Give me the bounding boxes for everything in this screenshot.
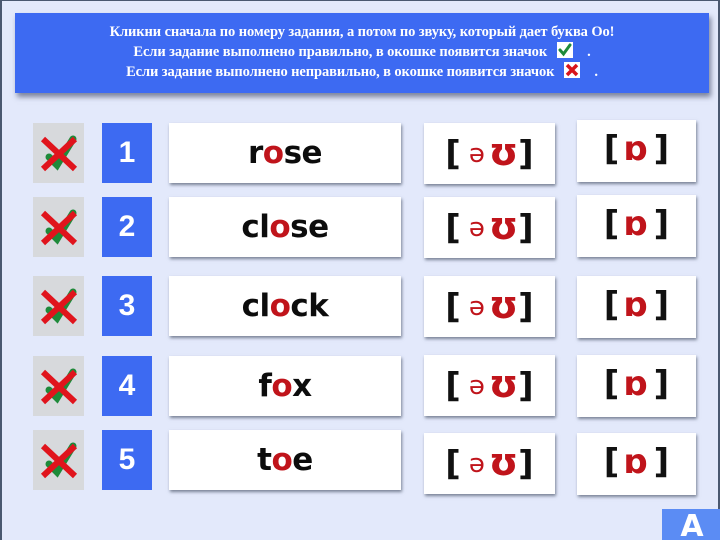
word-part: e [292, 442, 313, 478]
bracket: [ [603, 442, 620, 482]
task-word: clock [169, 276, 401, 336]
bracket: [ [445, 287, 461, 327]
task-status-box[interactable] [33, 356, 84, 416]
word-highlight-letter: o [271, 368, 293, 404]
task-row: 3 clock [ə ʊ] [ɒ] [2, 276, 720, 340]
bracket: ] [518, 287, 534, 327]
instruction-line-3-text: Если задание выполнено неправильно, в ок… [126, 64, 555, 80]
task-status-box[interactable] [33, 123, 84, 183]
cross-over-check-icon [40, 135, 78, 172]
sound-symbol: ə [468, 213, 485, 243]
cross-over-check-icon [40, 288, 78, 325]
sound-option-short-o[interactable]: [ɒ] [577, 120, 696, 182]
bracket: ] [653, 129, 670, 169]
word-part: ck [290, 288, 329, 324]
task-word: toe [169, 430, 401, 490]
sound-symbol: ʊ [488, 204, 519, 248]
sound-symbol: ə [468, 292, 485, 322]
word-part: x [292, 368, 312, 404]
word-part: se [283, 135, 323, 171]
word-highlight-letter: o [269, 288, 291, 324]
bracket: ] [653, 285, 670, 325]
task-number-button[interactable]: 5 [102, 430, 152, 490]
task-word: close [169, 197, 401, 257]
instruction-line-3-end: . [594, 64, 598, 80]
bracket: [ [445, 208, 461, 248]
task-row: 2 close [ə ʊ] [ɒ] [2, 195, 720, 261]
sound-option-short-o[interactable]: [ɒ] [577, 355, 696, 417]
cross-over-check-icon [40, 442, 78, 479]
sound-symbol: ə [468, 371, 485, 401]
sound-option-short-o[interactable]: [ɒ] [577, 276, 696, 338]
sound-option-diphthong[interactable]: [ə ʊ] [424, 123, 555, 184]
word-part: f [258, 368, 272, 404]
task-status-box[interactable] [33, 430, 84, 490]
cross-over-check-icon [40, 368, 78, 405]
word-highlight-letter: o [262, 135, 284, 171]
task-word: fox [169, 356, 401, 416]
sound-symbol: ɒ [623, 204, 648, 244]
task-number-button[interactable]: 1 [102, 123, 152, 183]
sound-symbol: ə [468, 449, 485, 479]
bracket: [ [603, 364, 620, 404]
bracket: [ [445, 366, 461, 406]
sound-symbol: ʊ [488, 130, 519, 174]
bracket: ] [518, 134, 534, 174]
instruction-line-2: Если задание выполнено правильно, в окош… [15, 42, 709, 62]
bracket: [ [603, 129, 620, 169]
sound-option-diphthong[interactable]: [ə ʊ] [424, 433, 555, 494]
word-part: cl [241, 209, 270, 245]
sound-option-diphthong[interactable]: [ə ʊ] [424, 197, 555, 258]
sound-symbol: ɒ [623, 129, 648, 169]
task-number-button[interactable]: 4 [102, 356, 152, 416]
sound-symbol: ʊ [488, 362, 519, 406]
instruction-line-2-end: . [587, 44, 591, 60]
instruction-line-3: Если задание выполнено неправильно, в ок… [15, 62, 709, 82]
task-row: 5 toe [ə ʊ] [ɒ] [2, 430, 720, 495]
word-part: t [257, 442, 272, 478]
instruction-line-2-text: Если задание выполнено правильно, в окош… [133, 44, 548, 60]
bracket: ] [653, 364, 670, 404]
bracket: [ [603, 285, 620, 325]
sound-symbol: ə [468, 139, 485, 169]
sound-symbol: ɒ [623, 442, 648, 482]
bracket: [ [603, 204, 620, 244]
bracket: [ [445, 444, 461, 484]
task-word: rose [169, 123, 401, 183]
word-part: cl [241, 288, 271, 324]
bracket: ] [518, 366, 534, 406]
word-part: se [290, 209, 329, 245]
sound-option-short-o[interactable]: [ɒ] [577, 195, 696, 257]
word-highlight-letter: o [269, 209, 291, 245]
check-icon [557, 42, 574, 58]
instructions-banner: Кликни сначала по номеру задания, а пото… [15, 13, 709, 93]
word-highlight-letter: o [271, 442, 293, 478]
task-number-button[interactable]: 2 [102, 197, 152, 257]
sound-option-diphthong[interactable]: [ə ʊ] [424, 355, 555, 416]
instruction-line-1: Кликни сначала по номеру задания, а пото… [109, 24, 615, 40]
sound-symbol: ʊ [488, 283, 519, 327]
sound-symbol: ʊ [488, 440, 519, 484]
bracket: ] [653, 204, 670, 244]
task-number-button[interactable]: 3 [102, 276, 152, 336]
cross-over-check-icon [40, 209, 78, 246]
sound-symbol: ɒ [623, 285, 648, 325]
word-part: r [247, 135, 263, 171]
sound-option-short-o[interactable]: [ɒ] [577, 433, 696, 495]
task-row: 4 fox [ə ʊ] [ɒ] [2, 355, 720, 420]
sound-symbol: ɒ [623, 364, 648, 404]
sound-option-diphthong[interactable]: [ə ʊ] [424, 276, 555, 337]
task-status-box[interactable] [33, 197, 84, 257]
cross-icon [564, 62, 581, 78]
task-status-box[interactable] [33, 276, 84, 336]
task-row: 1 rose [ə ʊ] [ɒ] [2, 120, 720, 187]
bracket: ] [518, 208, 534, 248]
bracket: [ [445, 134, 461, 174]
bracket: ] [653, 442, 670, 482]
bracket: ] [518, 444, 534, 484]
corner-a-button[interactable]: A [662, 509, 720, 540]
